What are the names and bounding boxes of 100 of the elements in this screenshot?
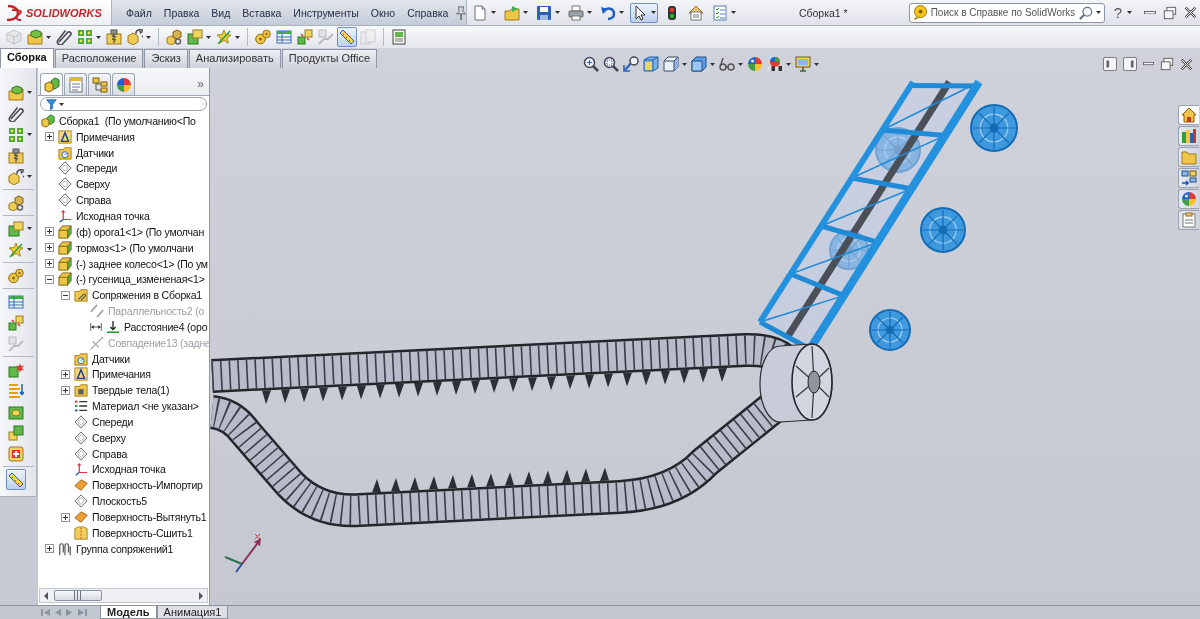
- tree-item[interactable]: Сборка1 (По умолчанию<По: [41, 113, 196, 129]
- scroll-thumb[interactable]: [54, 590, 102, 601]
- tree-item[interactable]: Датчики: [58, 145, 114, 161]
- toolbar-button[interactable]: [765, 54, 793, 74]
- command-tab[interactable]: Продукты Office: [281, 49, 378, 68]
- command-tab[interactable]: Эскиз: [144, 49, 188, 68]
- tree-item[interactable]: Сверху: [74, 430, 126, 446]
- tree-item[interactable]: Расстояние4 (оро: [90, 319, 208, 335]
- toolbar-button[interactable]: [337, 27, 357, 47]
- tree-item[interactable]: Справа: [74, 446, 128, 462]
- tree-item[interactable]: (-) заднее колесо<1> (По ум: [58, 256, 208, 271]
- sheet-tab[interactable]: Анимация1: [156, 606, 229, 619]
- search-field[interactable]: Поиск в Справке по SolidWorks: [908, 2, 1105, 23]
- cube-icon: [6, 29, 22, 45]
- toolbar-button[interactable]: [581, 54, 601, 74]
- sheet-tab[interactable]: Модель: [100, 606, 157, 619]
- books-icon: [1181, 128, 1197, 144]
- ruler-icon: [8, 471, 24, 488]
- expand-icon[interactable]: [45, 259, 54, 268]
- panel-tab[interactable]: [88, 73, 111, 95]
- sheet-icon: [391, 29, 407, 45]
- menu-item[interactable]: Вид: [205, 4, 237, 21]
- restore-icon[interactable]: [1160, 57, 1174, 71]
- toolbar-button[interactable]: [164, 27, 184, 47]
- tree-item[interactable]: Примечания: [74, 366, 151, 382]
- wheel-drawing: [920, 207, 966, 253]
- panel-tab[interactable]: [64, 73, 87, 95]
- tree-item[interactable]: Твердые тела(1): [74, 382, 170, 398]
- expand-icon[interactable]: [61, 385, 70, 395]
- collapse-icon[interactable]: [45, 274, 54, 284]
- filter-field[interactable]: [40, 97, 207, 111]
- tree-item[interactable]: Спереди: [74, 414, 134, 430]
- tree-item[interactable]: тормоз<1> (По умолчани: [58, 240, 194, 256]
- tree-item[interactable]: Спереди: [58, 160, 118, 176]
- tree-item[interactable]: Сопряжения в Сборка1: [74, 287, 202, 303]
- more-tabs-button[interactable]: »: [197, 76, 204, 91]
- toolbar-button[interactable]: [6, 166, 34, 187]
- expand-icon[interactable]: [61, 512, 70, 522]
- menu-item[interactable]: Правка: [157, 4, 206, 21]
- close-icon[interactable]: [1184, 6, 1197, 19]
- minimize-icon[interactable]: [1143, 62, 1154, 66]
- tree-item[interactable]: Сверху: [58, 176, 110, 192]
- panel-right-icon[interactable]: [1123, 57, 1137, 71]
- tree-item[interactable]: Группа сопряжений1: [58, 541, 174, 557]
- task-pane-tab[interactable]: [1178, 126, 1199, 146]
- panel-tab[interactable]: [112, 73, 135, 95]
- pushpin-icon[interactable]: [454, 5, 469, 20]
- tree-item[interactable]: (-) гусеница_измененая<1>: [58, 271, 205, 287]
- tree-item[interactable]: Исходная точка: [58, 208, 150, 224]
- task-pane-tab[interactable]: [1178, 168, 1199, 188]
- tree-item[interactable]: Датчики: [74, 351, 130, 367]
- expand-icon[interactable]: [45, 227, 54, 237]
- task-pane-tab[interactable]: [1178, 105, 1199, 125]
- menu-item[interactable]: Файл: [120, 4, 158, 21]
- toolbar-button[interactable]: [661, 54, 689, 74]
- toolbar-button[interactable]: [125, 27, 153, 47]
- tree-item[interactable]: Материал <не указан>: [74, 398, 199, 414]
- toolbar-button[interactable]: [630, 2, 658, 23]
- panel-tab[interactable]: [40, 73, 63, 95]
- horizontal-scrollbar[interactable]: [39, 588, 208, 603]
- toolbar-button[interactable]: [601, 54, 621, 74]
- command-tab[interactable]: Анализировать: [188, 49, 281, 68]
- paperclip-icon: [8, 105, 24, 122]
- tree-item[interactable]: Поверхность-Сшить1: [74, 525, 193, 541]
- caret-icon: [619, 11, 624, 14]
- expand-icon[interactable]: [61, 369, 70, 379]
- expand-icon[interactable]: [45, 243, 54, 253]
- toolbar-button[interactable]: [54, 27, 74, 47]
- task-pane-tab[interactable]: [1178, 189, 1199, 209]
- command-tab[interactable]: Сборка: [0, 48, 54, 68]
- expand-icon[interactable]: [45, 544, 54, 554]
- folder-cube-icon: [27, 29, 43, 45]
- restore-icon[interactable]: [1163, 5, 1177, 20]
- command-tab[interactable]: Расположение: [54, 49, 144, 68]
- menu-item[interactable]: Инструменты: [287, 4, 365, 21]
- collapse-icon[interactable]: [61, 290, 70, 300]
- tree-item[interactable]: Исходная точка: [74, 462, 166, 477]
- toolbar-button[interactable]: [621, 54, 641, 74]
- close-icon[interactable]: [1180, 57, 1193, 71]
- annotation-icon: [74, 367, 88, 382]
- tree-item[interactable]: Справа: [58, 192, 112, 208]
- tree-item[interactable]: Примечания: [58, 129, 135, 145]
- panel-left-icon[interactable]: [1103, 57, 1117, 71]
- tree-item[interactable]: (ф) opora1<1> (По умолчан: [58, 224, 205, 240]
- toolbar-button[interactable]: [104, 27, 124, 47]
- menu-item[interactable]: Окно: [364, 4, 402, 21]
- parallel-mate-icon: [90, 304, 104, 319]
- tree-item[interactable]: Поверхность-Вытянуть1: [74, 509, 207, 525]
- expand-icon[interactable]: [45, 132, 54, 142]
- wheel-drawing: [875, 127, 921, 173]
- menu-item[interactable]: Справка: [401, 4, 455, 21]
- toolbar-button[interactable]: [6, 145, 26, 166]
- minimize-icon[interactable]: [1144, 10, 1156, 15]
- task-pane-tab[interactable]: [1178, 210, 1199, 230]
- tree-item[interactable]: Плоскость5: [74, 493, 147, 509]
- menu-item[interactable]: Вставка: [236, 4, 288, 21]
- help-button[interactable]: ?: [1113, 4, 1132, 21]
- caret-icon: [682, 62, 687, 66]
- toolbar-button[interactable]: [6, 469, 26, 490]
- tree-item[interactable]: Поверхность-Импортир: [74, 477, 203, 493]
